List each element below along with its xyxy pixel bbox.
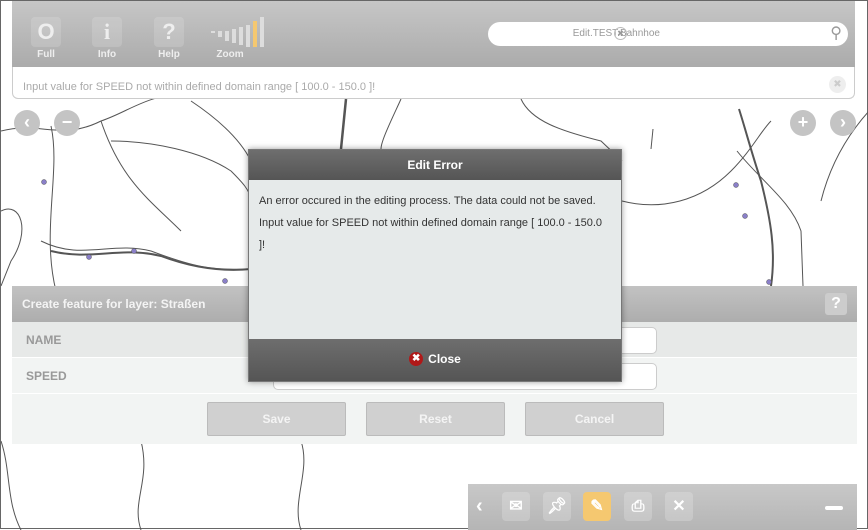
clear-search-icon[interactable]: ✖ — [614, 27, 627, 40]
mail-icon: ✉ — [509, 498, 523, 515]
search-icon[interactable]: ⚲ — [830, 23, 842, 43]
pan-right-button[interactable]: › — [830, 110, 856, 136]
circle-icon: O — [37, 19, 55, 44]
cancel-button[interactable]: Cancel — [525, 402, 664, 436]
close-button[interactable]: ✖ Close — [409, 352, 461, 366]
pan-left-button[interactable]: ‹ — [14, 110, 40, 136]
zoom-slider[interactable] — [211, 17, 264, 47]
message-bar: Input value for SPEED not within defined… — [12, 67, 855, 99]
full-label: Full — [37, 49, 55, 60]
search-input[interactable]: Edit.TEST.Bahnhoe — [512, 28, 660, 39]
edit-pencil-icon: ✎ — [590, 498, 604, 515]
speed-label: SPEED — [26, 369, 67, 383]
reset-button[interactable]: Reset — [366, 402, 505, 436]
dialog-title: Edit Error — [249, 150, 621, 180]
minimize-icon[interactable] — [825, 506, 843, 510]
search-box[interactable]: Edit.TEST.Bahnhoe ✖ ⚲ — [488, 22, 848, 46]
mail-button[interactable]: ✉ — [502, 492, 530, 521]
print-button[interactable]: ⎙ — [624, 492, 652, 521]
zoom-out-button[interactable]: − — [54, 110, 80, 136]
help-button[interactable]: ? — [154, 17, 184, 47]
edit-button[interactable]: ✎ — [583, 492, 611, 521]
message-text: Input value for SPEED not within defined… — [23, 81, 376, 93]
save-button[interactable]: Save — [207, 402, 346, 436]
x-icon: ✕ — [672, 498, 686, 515]
dialog-message-2: Input value for SPEED not within defined… — [259, 217, 603, 251]
close-label: Close — [428, 352, 461, 366]
info-label: Info — [97, 49, 117, 60]
bottom-toolbar: ‹ ✉ 📌︎ ✎ ⎙ ✕ — [468, 484, 857, 530]
edit-error-dialog: Edit Error An error occured in the editi… — [248, 149, 622, 382]
pin-icon: 📌︎ — [546, 498, 568, 515]
help-label: Help — [158, 49, 180, 60]
zoom-label: Zoom — [216, 49, 244, 60]
close-icon: ✖ — [409, 352, 424, 366]
chevron-left-icon[interactable]: ‹ — [476, 495, 483, 518]
zoom-in-button[interactable]: + — [790, 110, 816, 136]
close-tools-button[interactable]: ✕ — [665, 492, 693, 521]
close-message-icon[interactable]: ✖ — [829, 76, 846, 93]
dialog-message-1: An error occured in the editing process.… — [259, 195, 596, 207]
help-icon[interactable]: ? — [825, 293, 847, 315]
help-icon: ? — [162, 19, 176, 44]
info-icon: i — [103, 19, 111, 44]
name-label: NAME — [26, 333, 62, 347]
pin-button[interactable]: 📌︎ — [543, 492, 571, 521]
info-button[interactable]: i — [92, 17, 122, 47]
full-extent-button[interactable]: O — [31, 17, 61, 47]
print-icon: ⎙ — [631, 498, 645, 515]
